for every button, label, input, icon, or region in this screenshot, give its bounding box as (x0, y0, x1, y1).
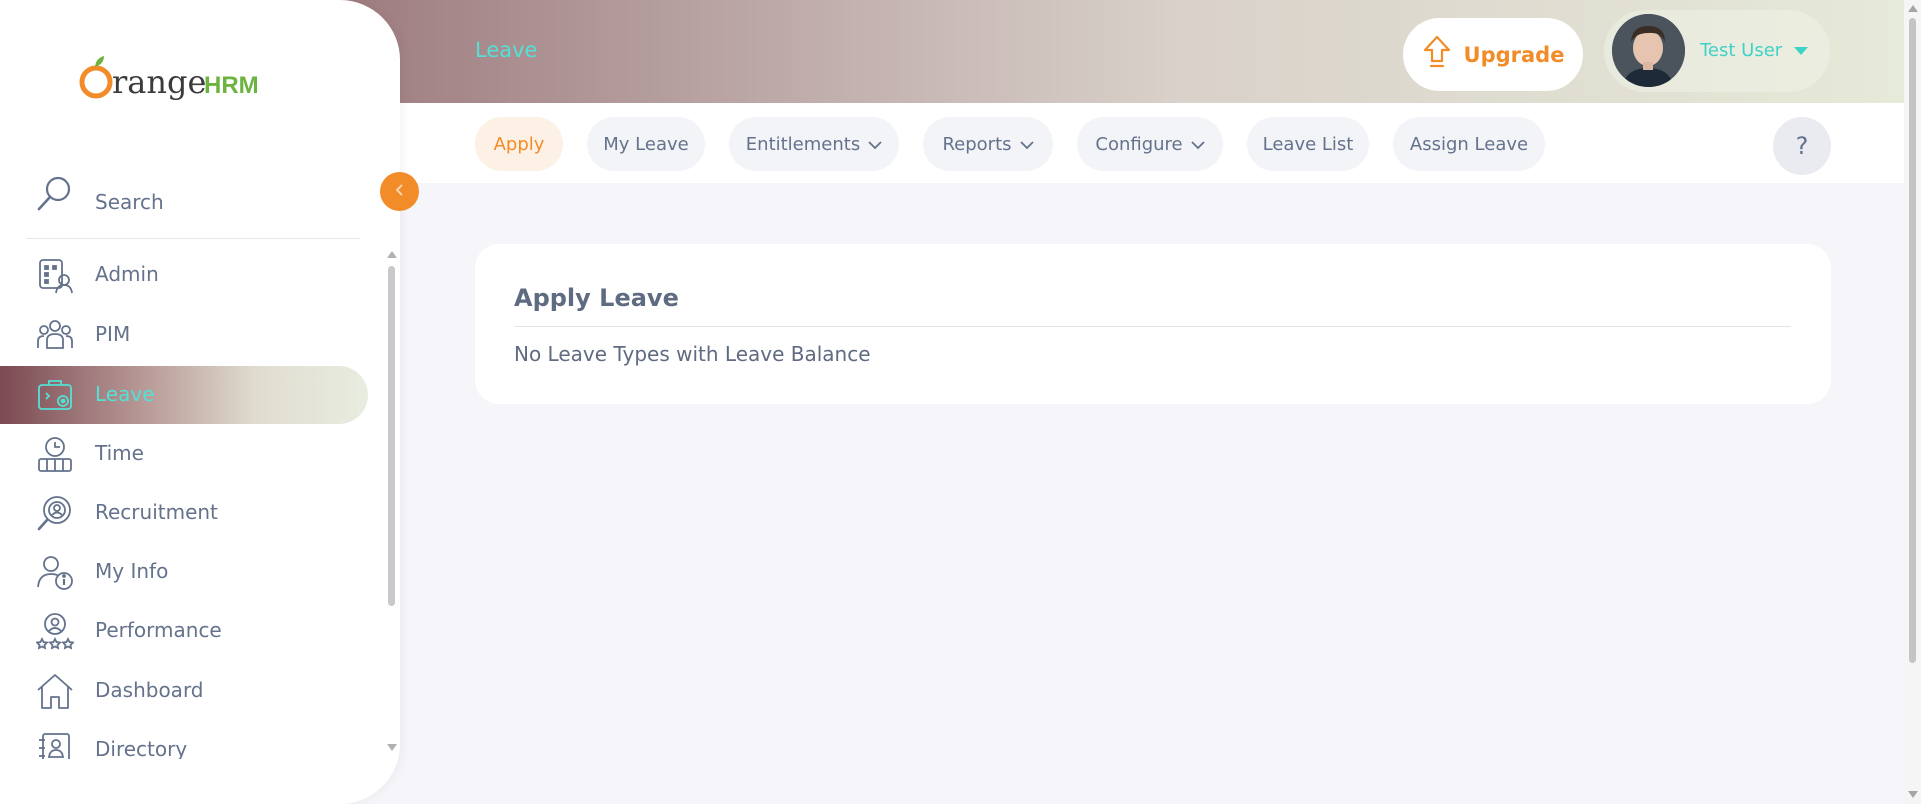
sidebar-item-performance[interactable]: Performance (0, 602, 368, 660)
tab-leave-list[interactable]: Leave List (1247, 117, 1369, 171)
empty-message: No Leave Types with Leave Balance (514, 342, 871, 366)
sidebar-item-dashboard[interactable]: Dashboard (0, 662, 368, 720)
chevron-left-icon (394, 182, 406, 201)
scroll-thumb[interactable] (1909, 18, 1916, 663)
sidebar-scrollbar[interactable] (385, 248, 398, 758)
orangehrm-logo[interactable]: range HRM (78, 50, 259, 110)
upgrade-label: Upgrade (1463, 42, 1565, 67)
chevron-down-icon (1019, 134, 1034, 155)
dashboard-icon (36, 672, 74, 710)
sidebar-item-directory[interactable]: Directory (0, 721, 368, 759)
sidebar-collapse-button[interactable] (380, 172, 419, 211)
help-icon: ? (1795, 132, 1809, 160)
scroll-up-icon[interactable] (1908, 5, 1918, 12)
performance-icon (35, 612, 75, 650)
sidebar-item-label: Recruitment (95, 500, 218, 524)
page-title: Leave (475, 38, 538, 62)
chevron-down-icon (1190, 134, 1205, 155)
tab-label: Reports (942, 133, 1012, 155)
search-icon (36, 174, 74, 218)
tab-label: Assign Leave (1409, 133, 1529, 155)
sidebar-item-leave[interactable]: Leave (0, 366, 368, 424)
user-dropdown[interactable]: Test User (1604, 10, 1830, 92)
sidebar-item-label: Time (95, 441, 144, 465)
scroll-up-icon[interactable] (387, 251, 397, 258)
tab-label: Apply (493, 133, 545, 155)
leave-subnav: Apply My Leave Entitlements Reports Conf… (400, 103, 1904, 183)
pim-icon (36, 316, 74, 354)
my-info-icon (36, 553, 74, 591)
sidebar-item-recruitment[interactable]: Recruitment (0, 484, 368, 542)
sidebar-item-my-info[interactable]: My Info (0, 543, 368, 601)
chevron-down-icon (868, 134, 882, 155)
upgrade-arrow-icon (1422, 34, 1452, 76)
tab-label: Leave List (1262, 133, 1354, 155)
recruitment-icon (36, 494, 74, 532)
scroll-down-icon[interactable] (387, 744, 397, 751)
caret-down-icon (1794, 47, 1808, 55)
tab-apply[interactable]: Apply (475, 117, 563, 171)
sidebar-search[interactable]: Search (0, 166, 360, 236)
directory-icon (36, 731, 74, 759)
sidebar-item-pim[interactable]: PIM (0, 306, 368, 364)
tab-label: My Leave (603, 133, 689, 155)
tab-label: Configure (1095, 133, 1183, 155)
tab-label: Entitlements (745, 133, 861, 155)
divider (26, 238, 360, 239)
sidebar-item-label: My Info (95, 559, 169, 583)
svg-text:HRM: HRM (204, 72, 258, 99)
scroll-down-icon[interactable] (1908, 791, 1918, 798)
sidebar-item-label: Dashboard (95, 678, 204, 702)
tab-entitlements[interactable]: Entitlements (729, 117, 899, 171)
card-title: Apply Leave (514, 284, 679, 312)
sidebar-item-label: Performance (95, 618, 222, 642)
upgrade-button[interactable]: Upgrade (1403, 18, 1583, 91)
tab-assign-leave[interactable]: Assign Leave (1393, 117, 1545, 171)
page-scrollbar[interactable] (1904, 0, 1921, 804)
leave-icon (36, 376, 74, 414)
sidebar-item-label: PIM (95, 322, 131, 346)
tab-my-leave[interactable]: My Leave (587, 117, 705, 171)
card-divider (514, 326, 1791, 327)
tab-reports[interactable]: Reports (923, 117, 1053, 171)
tab-configure[interactable]: Configure (1077, 117, 1223, 171)
sidebar-item-admin[interactable]: Admin (0, 246, 368, 304)
sidebar: range HRM Search Admin PIM Leave Time Re… (0, 0, 400, 804)
sidebar-item-label: Leave (95, 382, 155, 406)
sidebar-item-time[interactable]: Time (0, 425, 368, 483)
svg-text:range: range (112, 63, 206, 101)
apply-leave-card: Apply Leave No Leave Types with Leave Ba… (475, 244, 1831, 404)
user-name: Test User (1700, 40, 1783, 61)
search-label: Search (95, 190, 164, 214)
scroll-thumb[interactable] (388, 266, 395, 606)
sidebar-item-label: Directory (95, 737, 188, 759)
help-button[interactable]: ? (1773, 117, 1831, 175)
avatar (1612, 14, 1685, 87)
sidebar-item-label: Admin (95, 262, 159, 286)
admin-icon (36, 256, 74, 294)
time-icon (36, 435, 74, 473)
